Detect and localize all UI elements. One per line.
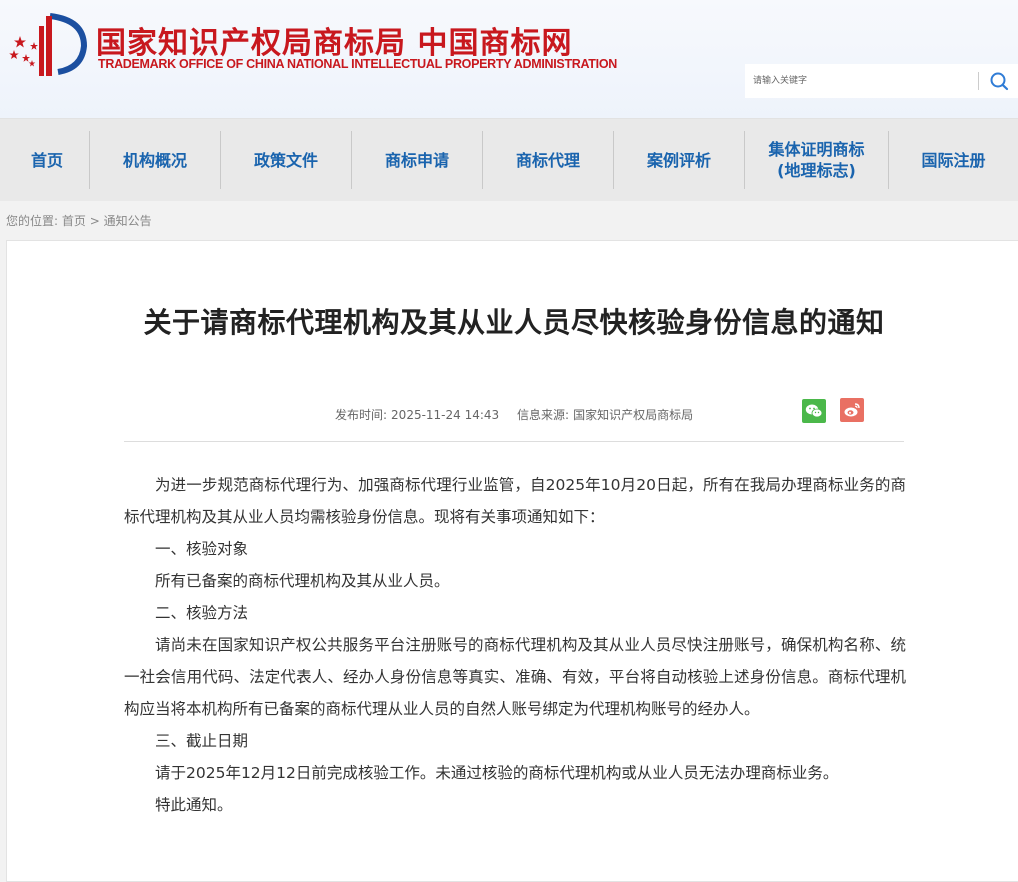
nav-international[interactable]: 国际注册 [889, 119, 1018, 201]
nav-application[interactable]: 商标申请 [352, 119, 482, 201]
publish-time: 2025-11-24 14:43 [391, 408, 500, 422]
article-container: 关于请商标代理机构及其从业人员尽快核验身份信息的通知 发布时间: 2025-11-… [6, 240, 1018, 882]
breadcrumb-separator: > [89, 214, 100, 228]
weibo-icon [844, 403, 860, 417]
nav-agency[interactable]: 商标代理 [483, 119, 613, 201]
nav-home[interactable]: 首页 [0, 119, 94, 201]
nav-collective-marks[interactable]: 集体证明商标 (地理标志) [745, 119, 888, 201]
breadcrumb-prefix: 您的位置: [6, 214, 59, 228]
search-icon[interactable] [987, 70, 1011, 92]
title-divider [124, 441, 904, 442]
article-title: 关于请商标代理机构及其从业人员尽快核验身份信息的通知 [143, 306, 885, 339]
wechat-icon [805, 404, 823, 418]
paragraph-method: 请尚未在国家知识产权公共服务平台注册账号的商标代理机构及其从业人员尽快注册账号，… [124, 636, 906, 718]
breadcrumb-home-link[interactable]: 首页 [62, 214, 86, 228]
section-heading-deadline: 三、截止日期 [155, 732, 249, 750]
nav-cases[interactable]: 案例评析 [614, 119, 744, 201]
publish-label: 发布时间: [335, 408, 388, 422]
paragraph-intro: 为进一步规范商标代理行为、加强商标代理行业监管，自2025年10月20日起，所有… [124, 476, 906, 526]
site-title-cn: 国家知识产权局商标局 中国商标网 [96, 26, 573, 61]
article-meta: 发布时间: 2025-11-24 14:43 信息来源: 国家知识产权局商标局 [335, 406, 697, 423]
paragraph-closing: 特此通知。 [155, 796, 233, 814]
nav-policy[interactable]: 政策文件 [221, 119, 351, 201]
section-heading-method: 二、核验方法 [155, 604, 249, 622]
cnipa-emblem-icon[interactable] [6, 12, 88, 78]
source-label: 信息来源: [517, 408, 570, 422]
article-body: 为进一步规范商标代理行为、加强商标代理行业监管，自2025年10月20日起，所有… [124, 469, 906, 821]
paragraph-target: 所有已备案的商标代理机构及其从业人员。 [155, 572, 450, 590]
wechat-share-button[interactable] [802, 399, 826, 423]
search-input[interactable] [753, 70, 973, 92]
breadcrumb-current[interactable]: 通知公告 [104, 214, 152, 228]
source-value: 国家知识产权局商标局 [573, 408, 694, 422]
section-heading-target: 一、核验对象 [155, 540, 249, 558]
search-box [745, 64, 1018, 98]
search-divider [978, 72, 979, 90]
site-header: 国家知识产权局商标局 中国商标网 TRADEMARK OFFICE OF CHI… [0, 0, 1018, 118]
paragraph-deadline: 请于2025年12月12日前完成核验工作。未通过核验的商标代理机构或从业人员无法… [155, 764, 839, 782]
breadcrumb: 您的位置: 首页 > 通知公告 [6, 212, 152, 229]
nav-about[interactable]: 机构概况 [90, 119, 220, 201]
main-nav: 首页 机构概况 政策文件 商标申请 商标代理 案例评析 集体证明商标 (地理标志… [0, 118, 1018, 201]
weibo-share-button[interactable] [840, 398, 864, 422]
site-title-en: TRADEMARK OFFICE OF CHINA NATIONAL INTEL… [98, 57, 617, 71]
